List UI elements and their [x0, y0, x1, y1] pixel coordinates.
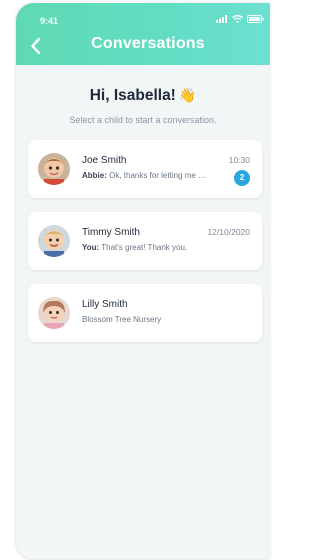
- header-bar: 9:41 Conversations: [16, 3, 270, 65]
- signal-icon: [216, 15, 227, 23]
- contact-name: Lilly Smith: [82, 299, 128, 310]
- contact-name: Joe Smith: [82, 155, 127, 166]
- message-text: Ok, thanks for letting me know.: [109, 171, 210, 180]
- child-avatar: [38, 225, 70, 257]
- wifi-icon: [232, 15, 243, 23]
- message-time: 10:30: [228, 155, 250, 165]
- status-time: 9:41: [40, 16, 59, 26]
- child-avatar: [38, 153, 70, 185]
- conversation-card-joe-smith[interactable]: Joe Smith Abbie: Ok, thanks for letting …: [28, 140, 262, 198]
- conversation-card-timmy-smith[interactable]: Timmy Smith You: That's great! Thank you…: [28, 212, 262, 270]
- message-sender: You:: [82, 243, 100, 252]
- greeting-text: Hi, Isabella!: [89, 87, 176, 104]
- page-title: Conversations: [91, 35, 205, 52]
- message-sender: Abbie:: [82, 171, 107, 180]
- back-button[interactable]: [28, 36, 46, 56]
- message-time: 12/10/2020: [207, 227, 250, 237]
- battery-icon: [247, 15, 264, 23]
- unread-count-badge: 2: [234, 170, 250, 186]
- message-text: That's great! Thank you.: [101, 243, 188, 252]
- greeting-heading: Hi, Isabella! 👋: [16, 87, 270, 105]
- conversation-card-lilly-smith[interactable]: Lilly Smith Blossom Tree Nursery: [28, 284, 262, 342]
- status-icons: [216, 15, 264, 23]
- subtitle: Select a child to start a conversation.: [69, 115, 217, 125]
- nursery-name: Blossom Tree Nursery: [82, 315, 162, 324]
- message-preview: Abbie: Ok, thanks for letting me know.: [82, 171, 210, 180]
- chevron-left-icon: [31, 37, 41, 55]
- message-preview: You: That's great! Thank you.: [82, 243, 210, 252]
- waving-hand-icon: 👋: [178, 87, 197, 103]
- child-avatar: [38, 297, 70, 329]
- contact-name: Timmy Smith: [82, 227, 140, 238]
- phone-screen: 9:41 Conversations Hi, Isabella! 👋 Selec…: [16, 3, 270, 559]
